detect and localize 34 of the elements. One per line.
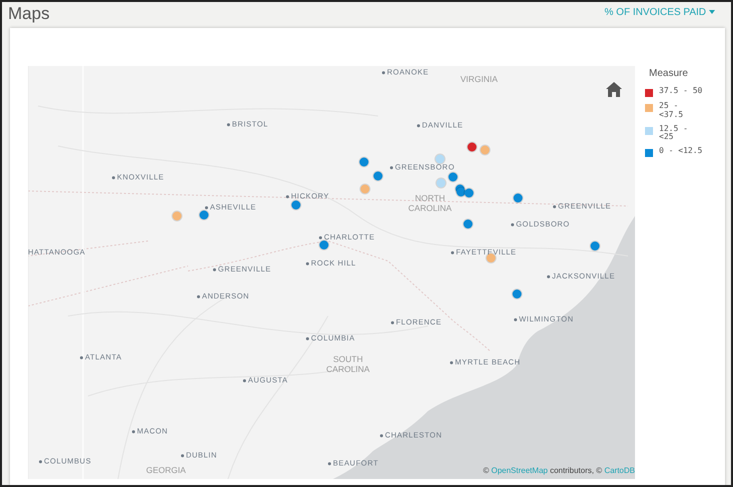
attribution-link[interactable]: OpenStreetMap [491,466,548,475]
map-marker[interactable] [360,184,370,194]
region-label: SOUTH CAROLINA [325,355,371,375]
map-marker[interactable] [468,142,476,152]
map-marker[interactable] [464,220,472,228]
map-marker[interactable] [200,210,208,220]
legend-label: 12.5 - <25 [659,124,689,142]
map-marker[interactable] [172,212,182,220]
map-marker[interactable] [590,242,600,250]
map-marker[interactable] [512,290,522,298]
map-marker[interactable] [486,254,496,262]
legend-label: 37.5 - 50 [659,87,703,96]
measure-dropdown[interactable]: % OF INVOICES PAID [604,5,715,20]
map-marker[interactable] [514,194,522,202]
map-marker[interactable] [360,158,368,166]
map-marker[interactable] [480,146,490,154]
legend-title: Measure [649,67,689,81]
map-marker[interactable] [292,200,300,210]
region-label: VIRGINIA [459,75,499,85]
region-label: GEORGIA [145,466,187,476]
legend-label: 25 - <37.5 [659,102,684,120]
home-icon [605,81,623,98]
legend-label: 0 - <12.5 [659,147,703,156]
region-label: NORTH CAROLINA [407,194,453,214]
panel-title: Maps [8,5,50,22]
caret-icon [709,10,715,14]
attribution-link[interactable]: CartoDB [604,466,635,475]
map-marker[interactable] [320,240,328,250]
map-marker[interactable] [464,188,474,198]
map-marker[interactable] [448,172,458,182]
map-marker[interactable] [436,178,446,188]
map-marker[interactable] [374,172,382,180]
map-attribution: © OpenStreetMap contributors, © CartoDB [483,465,635,477]
map-marker[interactable] [436,154,444,164]
